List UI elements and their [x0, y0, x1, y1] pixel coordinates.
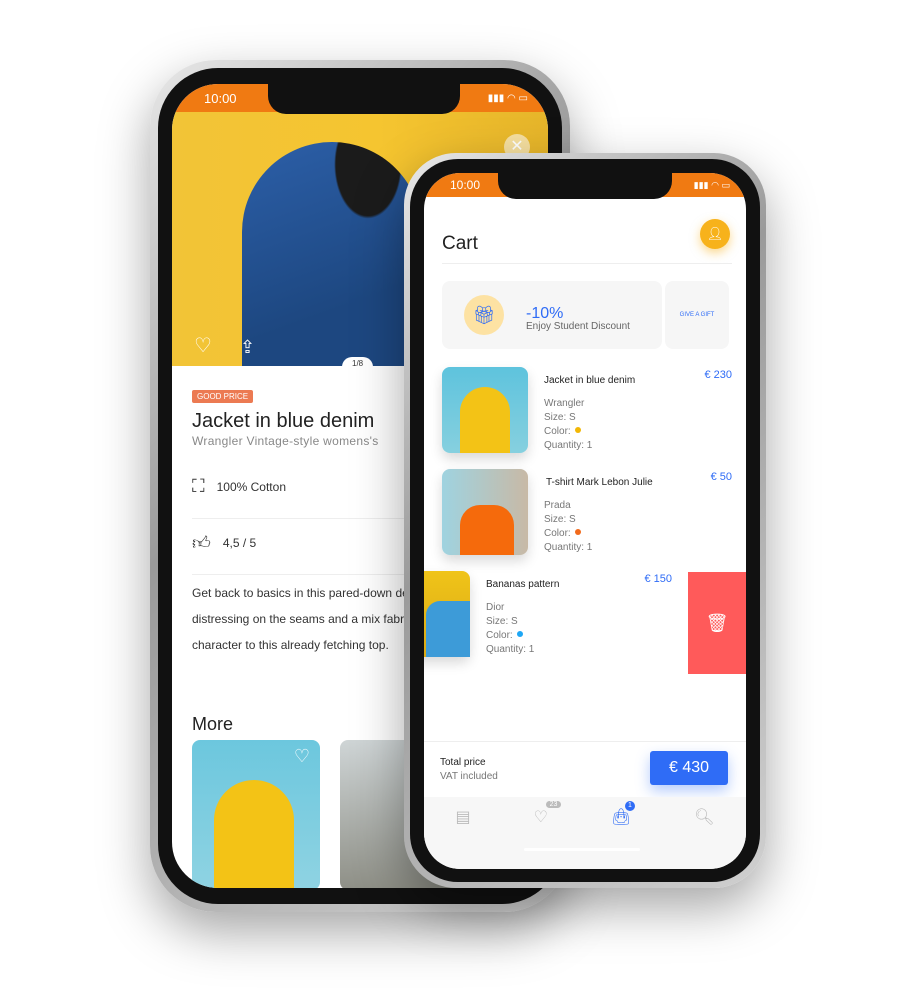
item-details: Dior Size: S Color: Quantity: 1	[486, 601, 534, 657]
nav-bag-button[interactable]: 👜︎ 1	[610, 801, 635, 869]
color-swatch	[516, 631, 523, 637]
item-details: Prada Size: S Color: Quantity: 1	[544, 499, 592, 555]
heart-icon: ♡	[533, 809, 548, 826]
heart-icon[interactable]: ♡	[294, 746, 310, 767]
catalog-icon: ▤	[455, 809, 471, 826]
item-brand: Dior	[486, 602, 505, 613]
home-indicator	[524, 848, 640, 851]
cart-screen: 10:00 ▮▮▮ ◠ ▭ Cart 👤︎ 🎁︎ -10% Enjoy Stud…	[424, 173, 746, 869]
fabric-icon: ⛶	[192, 476, 205, 496]
checkout-total-button[interactable]: € 430	[650, 751, 728, 785]
cart-item-swiped[interactable]: Bananas pattern Dior Size: S Color: Quantit…	[424, 571, 672, 661]
status-time: 10:00	[450, 178, 481, 192]
divider	[424, 741, 746, 742]
trash-icon: 🗑︎	[705, 613, 729, 633]
good-price-badge: GOOD PRICE	[192, 390, 254, 403]
item-quantity: Quantity: 1	[544, 542, 593, 553]
cart-item[interactable]: Jacket in blue denim Wrangler Size: S Colo…	[442, 367, 732, 457]
item-thumbnail	[442, 469, 528, 555]
user-icon: 👤︎	[706, 226, 724, 241]
signal-wifi-battery-icon: ▮▮▮ ◠ ▭	[487, 92, 528, 104]
nav-catalog-button[interactable]: ▤	[455, 807, 470, 869]
promo-card[interactable]: 🎁︎ -10% Enjoy Student Discount	[442, 281, 662, 349]
more-product-card[interactable]: ♡	[192, 740, 320, 888]
color-swatch	[574, 427, 581, 433]
shopping-bag-icon: 👜︎	[610, 809, 632, 826]
image-counter: 1/8	[342, 357, 374, 370]
model-photo	[242, 142, 422, 366]
item-brand: Prada	[544, 500, 571, 511]
delete-item-button[interactable]: 🗑︎	[688, 572, 746, 674]
item-color-label: Color:	[544, 528, 571, 539]
model-photo	[214, 780, 294, 888]
cart-title: Cart	[442, 233, 478, 254]
item-brand: Wrangler	[544, 398, 585, 409]
thumbs-up-icon: 👍︎	[192, 533, 211, 553]
item-size: Size: S	[544, 412, 576, 423]
profile-button[interactable]: 👤︎	[700, 219, 730, 249]
vat-label: VAT included	[440, 771, 498, 782]
heart-icon[interactable]: ♡	[194, 333, 212, 358]
favorites-badge: 23	[545, 801, 562, 808]
item-price: € 230	[704, 369, 732, 381]
item-quantity: Quantity: 1	[486, 644, 535, 655]
give-gift-button[interactable]: GIVE A GIFT	[665, 281, 729, 349]
status-time: 10:00	[204, 90, 237, 106]
material-text: 100% Cotton	[216, 479, 286, 494]
gift-icon: 🎁︎	[464, 295, 504, 335]
discount-text: Enjoy Student Discount	[526, 321, 630, 332]
color-swatch	[574, 529, 581, 535]
notch	[268, 84, 460, 114]
item-size: Size: S	[544, 514, 576, 525]
search-icon: 🔍︎	[694, 809, 715, 826]
item-price: € 150	[644, 573, 672, 585]
item-name: Bananas pattern	[486, 579, 560, 590]
item-name: Jacket in blue denim	[544, 375, 636, 386]
divider	[442, 263, 732, 264]
item-price: € 50	[710, 471, 732, 483]
cart-phone: 10:00 ▮▮▮ ◠ ▭ Cart 👤︎ 🎁︎ -10% Enjoy Stud…	[404, 153, 766, 888]
item-size: Size: S	[486, 616, 518, 627]
share-icon[interactable]: ⇪	[240, 337, 255, 358]
cart-item[interactable]: T-shirt Mark Lebon Julie Prada Size: S Col…	[442, 469, 732, 559]
item-quantity: Quantity: 1	[544, 440, 593, 451]
item-name: T-shirt Mark Lebon Julie	[546, 477, 653, 488]
item-color-label: Color:	[486, 630, 513, 641]
rating-text: 4,5 / 5	[222, 536, 257, 550]
item-color-label: Color:	[544, 426, 571, 437]
bottom-nav: ▤ ♡ 23 👜︎ 1 🔍︎	[424, 797, 746, 869]
item-details: Wrangler Size: S Color: Quantity: 1	[544, 397, 592, 453]
item-thumbnail	[442, 367, 528, 453]
signal-wifi-battery-icon: ▮▮▮ ◠ ▭	[693, 179, 730, 190]
notch	[498, 173, 672, 199]
total-label: Total price	[440, 757, 486, 768]
item-thumbnail	[424, 571, 470, 657]
nav-search-button[interactable]: 🔍︎	[694, 807, 714, 869]
bag-badge: 1	[624, 801, 635, 811]
nav-favorites-button[interactable]: ♡ 23	[533, 801, 562, 869]
